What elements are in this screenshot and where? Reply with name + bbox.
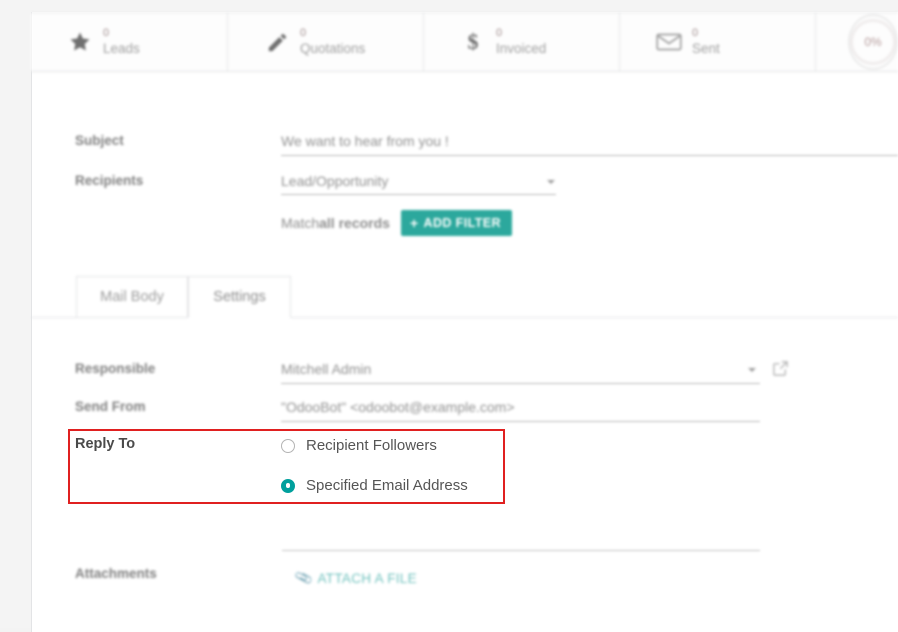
envelope-icon [654, 32, 684, 52]
radio-icon-unselected[interactable] [281, 438, 295, 453]
subject-value[interactable]: We want to hear from you ! [281, 128, 449, 154]
external-link-icon[interactable] [772, 360, 789, 382]
stat-button-sent[interactable]: 0 Sent [620, 13, 816, 71]
radio-label: Recipient Followers [306, 437, 437, 454]
send-from-underline [281, 421, 760, 422]
stat-count: 0 [496, 27, 503, 39]
subject-label: Subject [75, 133, 124, 148]
tab-label: Settings [213, 289, 266, 305]
radio-specified-email-address[interactable]: Specified Email Address [281, 477, 468, 494]
stat-count: 0 [692, 27, 699, 39]
stat-button-quotations[interactable]: 0 Quotations [228, 13, 424, 71]
tab-label: Mail Body [100, 289, 164, 305]
send-from-label: Send From [75, 399, 146, 414]
paperclip-icon: 📎 [293, 567, 315, 588]
stat-count: 0 [103, 27, 110, 39]
stat-label: Quotations [300, 41, 366, 56]
attach-a-file-label: ATTACH A FILE [317, 570, 417, 586]
field-row-subject: Subject We want to hear from you ! [0, 128, 898, 154]
field-row-send-from: Send From "OdooBot" <odoobot@example.com… [0, 394, 898, 420]
add-filter-label: ADD FILTER [423, 216, 501, 230]
responsible-label: Responsible [75, 361, 156, 376]
attach-a-file-button[interactable]: 📎 ATTACH A FILE [293, 567, 417, 588]
recipients-label: Recipients [75, 173, 144, 188]
gauge-ring-outer: 0% [848, 14, 898, 70]
attachments-divider [282, 550, 760, 551]
form-sheet [31, 12, 898, 632]
recipients-underline [281, 194, 556, 195]
stat-buttons-bar: 0 Leads 0 Quotations $ 0 Invoiced 0 Sent… [31, 12, 898, 72]
plus-icon: + [409, 215, 419, 231]
match-filter-row: Match all records + ADD FILTER [281, 210, 512, 236]
stat-button-leads[interactable]: 0 Leads [31, 13, 228, 71]
tab-settings[interactable]: Settings [188, 276, 291, 318]
tab-strip: Mail Body Settings [31, 276, 898, 318]
completion-gauge: 0% [816, 13, 898, 71]
match-prefix: Match [281, 215, 320, 231]
dollar-icon: $ [458, 30, 488, 54]
add-filter-button[interactable]: + ADD FILTER [400, 210, 512, 236]
stat-label: Leads [103, 41, 140, 56]
tab-mail-body[interactable]: Mail Body [76, 276, 188, 318]
chevron-down-icon[interactable] [748, 368, 756, 372]
responsible-value[interactable]: Mitchell Admin [281, 356, 371, 382]
odoo-mass-mailing-form: 0 Leads 0 Quotations $ 0 Invoiced 0 Sent… [0, 0, 898, 632]
match-strong: all records [319, 215, 390, 231]
reply-to-label: Reply To [75, 436, 136, 452]
responsible-underline [281, 383, 760, 384]
stat-button-invoiced[interactable]: $ 0 Invoiced [424, 13, 620, 71]
gauge-value: 0% [850, 19, 896, 65]
attachments-label: Attachments [75, 566, 157, 581]
chevron-down-icon[interactable] [547, 180, 555, 184]
radio-recipient-followers[interactable]: Recipient Followers [281, 437, 437, 454]
field-row-responsible: Responsible Mitchell Admin [0, 356, 898, 382]
field-row-recipients: Recipients Lead/Opportunity [0, 168, 898, 194]
stat-label: Sent [692, 41, 720, 56]
radio-label: Specified Email Address [306, 477, 468, 494]
recipients-value[interactable]: Lead/Opportunity [281, 168, 388, 194]
stat-count: 0 [300, 27, 307, 39]
radio-icon-selected[interactable] [281, 478, 295, 493]
stat-label: Invoiced [496, 41, 547, 56]
send-from-value[interactable]: "OdooBot" <odoobot@example.com> [281, 394, 515, 420]
star-icon [65, 30, 95, 54]
subject-underline [281, 155, 898, 156]
svg-text:$: $ [468, 30, 479, 54]
pencil-icon [262, 31, 292, 54]
field-row-attachments: Attachments [0, 561, 898, 587]
